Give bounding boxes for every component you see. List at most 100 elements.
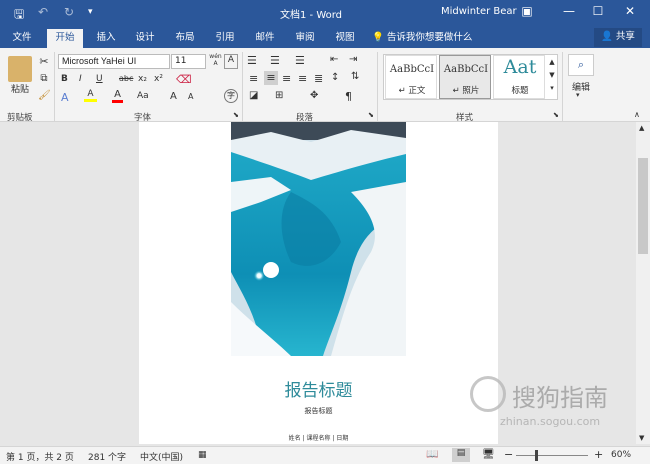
word-count[interactable]: 281 个字 xyxy=(88,450,126,463)
report-title[interactable]: 报告标题 xyxy=(139,376,498,401)
change-case-button[interactable]: Aa xyxy=(137,91,149,101)
tab-view[interactable]: 视图 xyxy=(327,29,363,48)
report-meta[interactable]: 姓名 | 课程名称 | 日期 xyxy=(139,433,498,442)
distributed-icon[interactable]: ≣ xyxy=(314,72,323,85)
collapse-ribbon-icon[interactable]: ∧ xyxy=(634,110,640,119)
font-size-select[interactable]: 11 xyxy=(171,54,206,69)
shading-icon[interactable]: ◪ xyxy=(249,90,258,101)
style-normal[interactable]: AaBbCcI ↵ 正文 xyxy=(385,55,437,99)
close-button[interactable]: ✕ xyxy=(620,4,640,18)
ribbon-options-icon[interactable]: ▣ xyxy=(517,4,537,18)
language-status[interactable]: 中文(中国) xyxy=(140,450,183,463)
highlighter-icon: A xyxy=(87,89,94,99)
editing-button[interactable]: 编辑 xyxy=(566,80,596,93)
paste-icon[interactable] xyxy=(8,56,32,82)
decrease-indent-icon[interactable]: ⇤ xyxy=(330,54,338,65)
font-dialog-launcher-icon[interactable]: ⬊ xyxy=(233,111,239,119)
tab-home[interactable]: 开始 xyxy=(47,29,83,48)
tab-insert[interactable]: 插入 xyxy=(88,29,124,48)
phonetic-guide-icon[interactable]: wén A xyxy=(209,53,222,67)
style-title[interactable]: Aat 标题 xyxy=(493,55,545,99)
sogou-logo-icon xyxy=(470,376,506,412)
shrink-font-button[interactable]: A xyxy=(188,92,193,101)
macro-record-icon[interactable]: ▦ xyxy=(198,450,207,460)
copy-icon[interactable]: ⧉ xyxy=(38,73,50,84)
style-title-sample: Aat xyxy=(503,56,537,78)
zoom-slider-track[interactable] xyxy=(516,455,588,456)
maximize-button[interactable]: ☐ xyxy=(588,4,608,18)
tab-references[interactable]: 引用 xyxy=(207,29,243,48)
watermark-url: zhinan.sogou.com xyxy=(500,415,601,428)
status-bar: 第 1 页，共 2 页 281 个字 中文(中国) ▦ 📖 ▤ 🖥 − + 60… xyxy=(0,446,650,464)
tell-me-label: 告诉我你想要做什么 xyxy=(386,32,473,43)
find-icon[interactable]: ⌕ xyxy=(568,54,594,76)
styles-dialog-launcher-icon[interactable]: ⬊ xyxy=(553,111,559,119)
zoom-out-icon[interactable]: − xyxy=(504,448,513,461)
read-mode-icon[interactable]: 📖 xyxy=(426,449,438,460)
tell-me-box[interactable]: 💡 告诉我你想要做什么 xyxy=(372,29,482,48)
style-photo[interactable]: AaBbCcI ↵ 照片 xyxy=(439,55,491,99)
zoom-in-icon[interactable]: + xyxy=(594,448,603,461)
show-marks-icon[interactable]: ¶ xyxy=(345,90,352,103)
report-subtitle[interactable]: 报告标题 xyxy=(139,406,498,416)
share-button[interactable]: 👤 共享 xyxy=(594,28,642,47)
tab-layout[interactable]: 布局 xyxy=(167,29,203,48)
user-name[interactable]: Midwinter Bear xyxy=(441,6,517,17)
sort-icon[interactable]: ⇅ xyxy=(351,71,359,82)
web-layout-icon[interactable]: 🖥 xyxy=(482,449,495,460)
format-painter-icon[interactable]: 🖌 xyxy=(38,90,51,101)
subscript-button[interactable]: x₂ xyxy=(138,74,147,84)
paragraph-dialog-launcher-icon[interactable]: ⬊ xyxy=(368,111,374,119)
multilevel-list-icon[interactable]: ☰ xyxy=(295,54,305,67)
group-divider xyxy=(242,52,243,122)
scroll-down-icon[interactable]: ▼ xyxy=(639,434,644,442)
highlight-swatch xyxy=(84,99,97,102)
align-center-icon[interactable]: ≡ xyxy=(264,71,278,85)
ribbon-tabs: 文件 开始 插入 设计 布局 引用 邮件 审阅 视图 💡 告诉我你想要做什么 👤… xyxy=(0,26,650,48)
underline-button[interactable]: U xyxy=(96,74,103,84)
zoom-slider-thumb[interactable] xyxy=(535,450,538,461)
line-spacing-icon[interactable]: ↕ xyxy=(331,72,339,83)
tab-design[interactable]: 设计 xyxy=(127,29,163,48)
paste-button[interactable]: 粘贴 xyxy=(4,82,36,95)
zoom-level[interactable]: 60% xyxy=(611,450,631,460)
align-right-icon[interactable]: ≡ xyxy=(282,72,291,85)
tab-review[interactable]: 审阅 xyxy=(287,29,323,48)
asian-layout-icon[interactable]: ✥ xyxy=(310,90,318,101)
grow-font-button[interactable]: A xyxy=(170,91,177,102)
text-effects-button[interactable]: A xyxy=(61,91,69,104)
italic-button[interactable]: I xyxy=(79,74,82,84)
clear-formatting-icon[interactable]: ⌫ xyxy=(176,73,192,86)
superscript-button[interactable]: x² xyxy=(154,74,163,84)
highlight-color-button[interactable]: A xyxy=(84,89,97,102)
align-left-icon[interactable]: ≡ xyxy=(249,72,258,85)
styles-scroll-controls[interactable]: ▲ ▼ ▾ xyxy=(547,56,557,95)
save-icon[interactable]: 🖫 xyxy=(14,5,24,26)
customize-qat-icon[interactable]: ▾ xyxy=(88,7,93,17)
font-family-select[interactable]: Microsoft YaHei UI xyxy=(58,54,170,69)
tab-mailings[interactable]: 邮件 xyxy=(247,29,283,48)
group-divider xyxy=(562,52,563,122)
cut-icon[interactable]: ✂ xyxy=(38,55,50,68)
numbering-icon[interactable]: ☰ xyxy=(270,54,280,67)
undo-icon[interactable]: ↶ xyxy=(38,5,48,19)
scroll-up-icon[interactable]: ▲ xyxy=(639,124,644,132)
character-border-icon[interactable]: A xyxy=(224,54,238,69)
minimize-button[interactable]: — xyxy=(559,4,579,18)
redo-icon[interactable]: ↻ xyxy=(64,5,74,19)
print-layout-icon[interactable]: ▤ xyxy=(452,448,470,462)
font-color-button[interactable]: A xyxy=(112,89,123,103)
bold-button[interactable]: B xyxy=(61,74,68,84)
bullets-icon[interactable]: ☰ xyxy=(247,54,257,67)
document-page[interactable]: 报告标题 报告标题 姓名 | 课程名称 | 日期 xyxy=(139,122,498,444)
enclose-characters-button[interactable]: 字 xyxy=(224,89,238,103)
editing-dropdown-icon[interactable]: ▾ xyxy=(576,91,580,99)
cover-photo xyxy=(231,122,406,356)
page-count[interactable]: 第 1 页，共 2 页 xyxy=(6,450,74,463)
scrollbar-thumb[interactable] xyxy=(638,158,648,254)
strikethrough-button[interactable]: abc xyxy=(119,74,133,83)
tab-file[interactable]: 文件 xyxy=(4,29,40,48)
borders-icon[interactable]: ⊞ xyxy=(275,90,283,101)
increase-indent-icon[interactable]: ⇥ xyxy=(349,54,357,65)
justify-icon[interactable]: ≡ xyxy=(298,72,307,85)
